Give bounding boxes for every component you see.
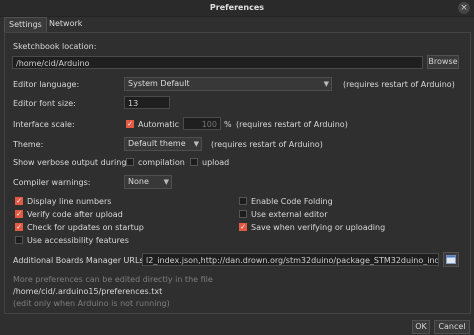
settings-panel: [4, 32, 471, 314]
verbose-upload-label: upload: [202, 158, 230, 167]
external-editor-checkbox[interactable]: [239, 210, 247, 218]
interface-scale-label: Interface scale:: [13, 120, 75, 129]
more-preferences-note: More preferences can be edited directly …: [13, 275, 213, 284]
display-line-numbers-label: Display line numbers: [27, 197, 112, 206]
verbose-upload-checkbox[interactable]: [190, 158, 198, 166]
edit-only-note: (edit only when Arduino is not running): [13, 299, 170, 308]
code-folding-checkbox[interactable]: [239, 197, 247, 205]
verify-code-label: Verify code after upload: [27, 210, 123, 219]
boards-urls-input[interactable]: l2_index.json,http://dan.drown.org/stm32…: [142, 253, 439, 266]
interface-scale-unit: %: [224, 120, 232, 129]
tab-settings[interactable]: Settings: [4, 17, 47, 32]
save-when-verifying-checkbox[interactable]: ✓: [239, 223, 247, 231]
editor-language-note: (requires restart of Arduino): [343, 80, 455, 89]
automatic-scale-checkbox[interactable]: ✓: [126, 120, 134, 128]
chevron-down-icon: ▼: [323, 80, 329, 88]
save-when-verifying-label: Save when verifying or uploading: [251, 223, 386, 232]
accessibility-label: Use accessibility features: [27, 236, 129, 245]
theme-select[interactable]: Default theme ▼: [124, 137, 202, 151]
close-icon[interactable]: ×: [458, 2, 470, 14]
compiler-warnings-select[interactable]: None ▼: [124, 175, 172, 189]
external-editor-label: Use external editor: [251, 210, 328, 219]
automatic-scale-label: Automatic: [138, 120, 180, 129]
display-line-numbers-checkbox[interactable]: ✓: [15, 197, 23, 205]
verbose-compilation-label: compilation: [138, 158, 185, 167]
editor-language-label: Editor language:: [13, 80, 80, 89]
check-updates-checkbox[interactable]: ✓: [15, 223, 23, 231]
compiler-warnings-value: None: [128, 177, 149, 186]
accessibility-checkbox[interactable]: [15, 236, 23, 244]
tab-network[interactable]: Network: [45, 17, 86, 31]
ok-button[interactable]: OK: [412, 320, 430, 334]
font-size-label: Editor font size:: [13, 99, 76, 108]
window-icon: [446, 255, 456, 264]
sketchbook-location-input[interactable]: /home/cid/Arduino: [12, 56, 423, 69]
check-updates-label: Check for updates on startup: [27, 223, 144, 232]
editor-language-select[interactable]: System Default ▼: [124, 77, 332, 91]
theme-value: Default theme: [128, 139, 186, 148]
boards-urls-label: Additional Boards Manager URLs:: [13, 256, 147, 265]
cancel-button[interactable]: Cancel: [434, 320, 470, 334]
editor-language-value: System Default: [128, 79, 190, 88]
theme-note: (requires restart of Arduino): [211, 140, 323, 149]
theme-label: Theme:: [13, 140, 44, 149]
sketchbook-label: Sketchbook location:: [13, 42, 97, 51]
browse-button[interactable]: Browse: [427, 55, 459, 69]
chevron-down-icon: ▼: [163, 178, 169, 186]
edit-urls-button[interactable]: [443, 252, 459, 267]
preferences-path: /home/cid/.arduino15/preferences.txt: [13, 287, 163, 296]
code-folding-label: Enable Code Folding: [251, 197, 333, 206]
font-size-input[interactable]: 13: [124, 96, 170, 109]
verbose-compilation-checkbox[interactable]: [126, 158, 134, 166]
interface-scale-input[interactable]: 100: [183, 117, 221, 130]
window-title: Preferences: [209, 3, 265, 12]
chevron-down-icon: ▼: [193, 140, 199, 148]
verify-code-checkbox[interactable]: ✓: [15, 210, 23, 218]
verbose-output-label: Show verbose output during:: [13, 158, 130, 167]
interface-scale-note: (requires restart of Arduino): [236, 120, 348, 129]
compiler-warnings-label: Compiler warnings:: [13, 178, 91, 187]
